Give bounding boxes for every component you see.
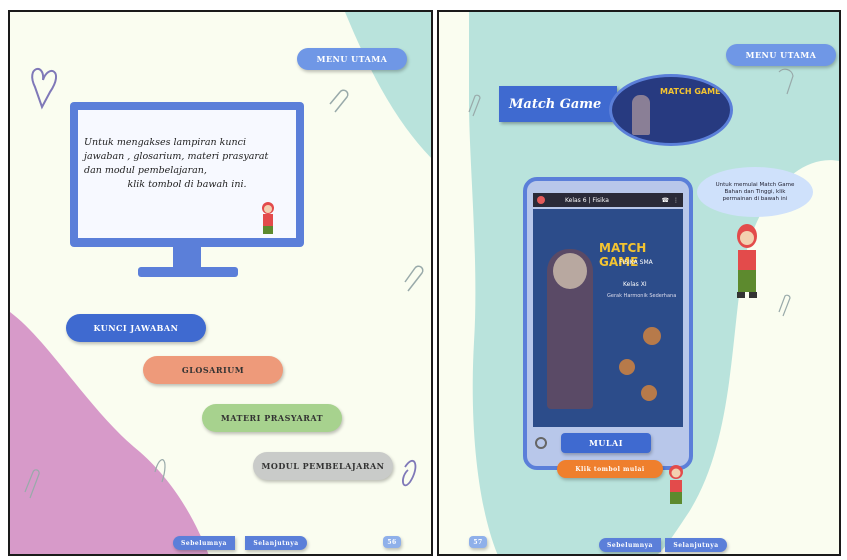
game-option-1[interactable] [643, 327, 661, 345]
play-prompt-button[interactable]: Klik tombol mulai [557, 460, 663, 478]
materi-prasyarat-button[interactable]: MATERI PRASYARAT [202, 404, 342, 432]
instruction-line: klik tombol di bawah ini. [127, 179, 247, 190]
game-option-3[interactable] [641, 385, 657, 401]
game-screen[interactable]: MATCH GAME FISIKA SMA Kelas XI Gerak Har… [533, 209, 683, 427]
match-game-title: Match Game [499, 86, 617, 122]
phone-header: Kelas 6 | Fisika ☎ ⋮ [533, 193, 683, 207]
speech-bubble: Untuk memulai Match Game Bahan dan Tingg… [697, 167, 813, 217]
thumbnail-figure [632, 95, 650, 135]
home-button-icon[interactable] [535, 437, 547, 449]
page-number: 57 [469, 536, 487, 548]
next-button[interactable]: Selanjutnya [245, 536, 307, 550]
menu-utama-button[interactable]: MENU UTAMA [726, 44, 836, 66]
phone-icon[interactable]: ☎ [662, 197, 669, 204]
kunci-jawaban-button[interactable]: KUNCI JAWABAN [66, 314, 206, 342]
monitor-screen: Untuk mengakses lampiran kunci jawaban ,… [78, 110, 296, 238]
paperclip-icon [329, 89, 349, 113]
page-number: 56 [383, 536, 401, 548]
instruction-line: dan modul pembelajaran, [84, 165, 207, 176]
glosarium-button[interactable]: GLOSARIUM [143, 356, 283, 384]
game-face [553, 253, 587, 289]
game-option-2[interactable] [619, 359, 635, 375]
monitor: Untuk mengakses lampiran kunci jawaban ,… [70, 102, 304, 247]
phone-frame: Kelas 6 | Fisika ☎ ⋮ MATCH GAME FISIKA S… [523, 177, 693, 470]
menu-dots-icon[interactable]: ⋮ [673, 197, 679, 204]
right-page: MENU UTAMA Match Game MATCH GAME Untuk m… [437, 10, 841, 556]
left-page: MENU UTAMA Untuk mengakses lampiran kunc… [8, 10, 433, 556]
prev-button[interactable]: Sebelumnya [599, 538, 661, 552]
game-thumbnail: MATCH GAME [609, 74, 733, 146]
mulai-button[interactable]: MULAI [561, 433, 651, 453]
instruction-line: jawaban , glosarium, materi prasyarat [84, 151, 269, 162]
game-subtitle: FISIKA SMA [619, 259, 653, 266]
heart-doodle-icon [31, 68, 57, 110]
character-icon [669, 465, 683, 504]
next-button[interactable]: Selanjutnya [665, 538, 727, 552]
character-icon [737, 224, 757, 298]
menu-utama-button[interactable]: MENU UTAMA [297, 48, 407, 70]
thumbnail-title: MATCH GAME [660, 87, 721, 96]
instruction-text: Untuk mengakses lampiran kunci jawaban ,… [84, 136, 290, 192]
user-icon [537, 196, 545, 204]
monitor-stand [173, 247, 201, 269]
monitor-base [138, 267, 238, 277]
modul-pembelajaran-button[interactable]: MODUL PEMBELAJARAN [253, 452, 393, 480]
game-desc: Gerak Harmonik Sederhana [607, 293, 677, 299]
game-level: Kelas XI [623, 281, 647, 288]
instruction-line: Untuk mengakses lampiran kunci [84, 137, 247, 148]
prev-button[interactable]: Sebelumnya [173, 536, 235, 550]
character-icon [262, 202, 274, 234]
phone-header-text: Kelas 6 | Fisika [565, 196, 609, 204]
